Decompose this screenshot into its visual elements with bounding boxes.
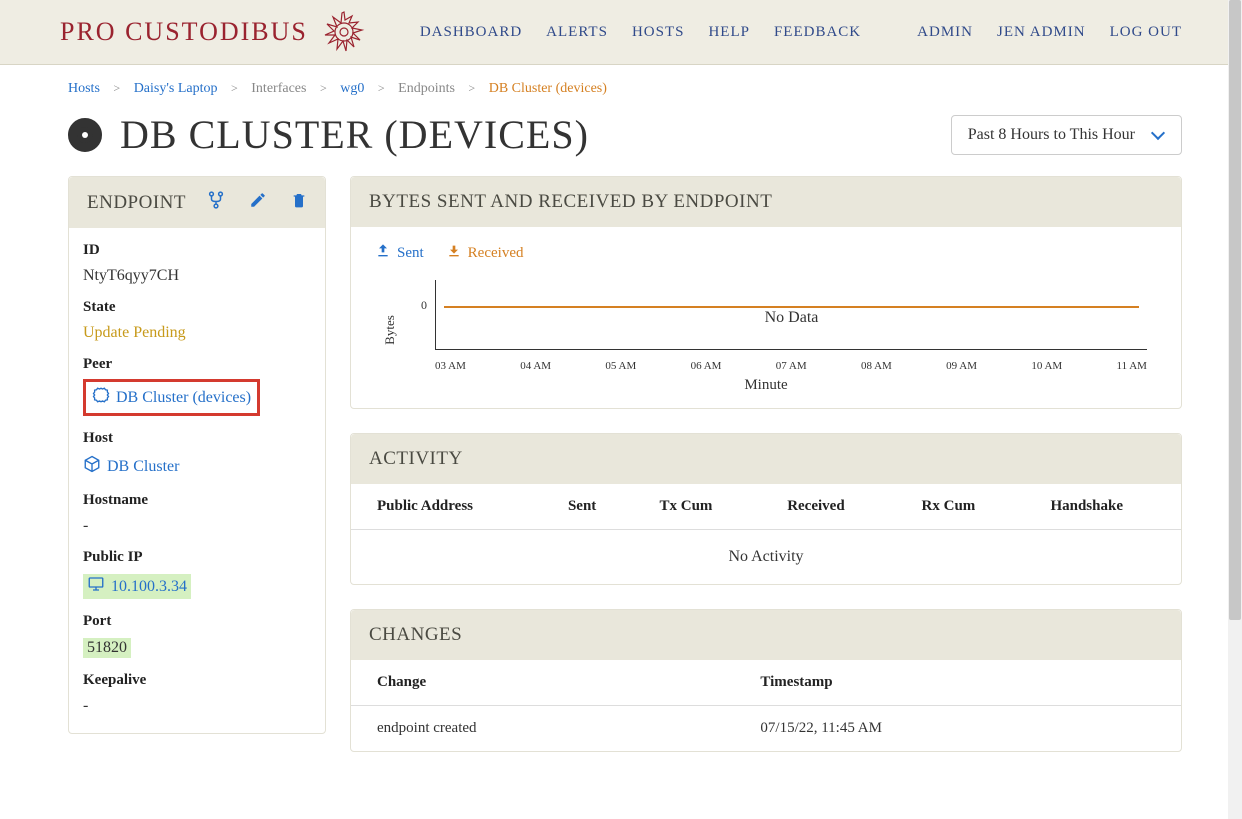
activity-header-row: Public AddressSentTx CumReceivedRx CumHa… bbox=[351, 484, 1181, 530]
endpoint-panel: ENDPOINT ID NtyT6qyy7CH State Update Pen… bbox=[68, 176, 326, 734]
branch-icon[interactable] bbox=[207, 191, 225, 214]
changes-panel: CHANGES ChangeTimestamp endpoint created… bbox=[350, 609, 1182, 752]
chart-line-received bbox=[444, 306, 1139, 308]
changes-row: endpoint created07/15/22, 11:45 AM bbox=[351, 706, 1181, 752]
activity-column-header: Handshake bbox=[1024, 484, 1181, 530]
changes-column-header: Timestamp bbox=[734, 660, 1181, 706]
activity-column-header: Rx Cum bbox=[896, 484, 1025, 530]
legend-received[interactable]: Received bbox=[446, 243, 524, 264]
id-label: ID bbox=[83, 242, 311, 259]
chart-x-ticks: 03 AM 04 AM 05 AM 06 AM 07 AM 08 AM 09 AM 10 AM… bbox=[435, 360, 1147, 372]
hostname-value: - bbox=[83, 517, 311, 535]
chart-x-tick: 06 AM bbox=[691, 360, 722, 372]
chart-panel-title: BYTES SENT AND RECEIVED BY ENDPOINT bbox=[369, 191, 772, 213]
state-value: Update Pending bbox=[83, 324, 311, 342]
crumb-host[interactable]: Daisy's Laptop bbox=[134, 81, 218, 96]
id-value: NtyT6qyy7CH bbox=[83, 267, 311, 285]
nav-dashboard[interactable]: DASHBOARD bbox=[420, 24, 522, 41]
chart-x-tick: 09 AM bbox=[946, 360, 977, 372]
brand-logo-icon bbox=[322, 10, 366, 54]
time-range-select[interactable]: Past 8 Hours to This Hour bbox=[951, 115, 1182, 155]
activity-empty-row: No Activity bbox=[351, 530, 1181, 585]
activity-column-header: Tx Cum bbox=[634, 484, 762, 530]
chart-plot: No Data bbox=[435, 280, 1147, 350]
state-label: State bbox=[83, 299, 311, 316]
port-value: 51820 bbox=[83, 638, 131, 658]
chart-x-tick: 07 AM bbox=[776, 360, 807, 372]
breadcrumb: Hosts > Daisy's Laptop > Interfaces > wg… bbox=[0, 65, 1242, 105]
legend-sent[interactable]: Sent bbox=[375, 243, 424, 264]
endpoint-icon bbox=[68, 118, 102, 152]
chart-panel: BYTES SENT AND RECEIVED BY ENDPOINT Sent bbox=[350, 176, 1182, 409]
changes-cell-change: endpoint created bbox=[351, 706, 734, 752]
monitor-icon bbox=[87, 575, 105, 598]
hostname-label: Hostname bbox=[83, 492, 311, 509]
chart-no-data: No Data bbox=[765, 309, 819, 327]
main-nav: DASHBOARD ALERTS HOSTS HELP FEEDBACK ADM… bbox=[420, 24, 1182, 41]
chart-x-tick: 11 AM bbox=[1117, 360, 1147, 372]
title-row: DB CLUSTER (DEVICES) Past 8 Hours to Thi… bbox=[0, 105, 1242, 176]
nav-alerts[interactable]: ALERTS bbox=[546, 24, 608, 41]
brand-text: PRO CUSTODIBUS bbox=[60, 17, 308, 47]
chart-x-tick: 05 AM bbox=[605, 360, 636, 372]
chart-x-tick: 10 AM bbox=[1031, 360, 1062, 372]
brand[interactable]: PRO CUSTODIBUS bbox=[60, 10, 366, 54]
activity-panel: ACTIVITY Public AddressSentTx CumReceive… bbox=[350, 433, 1182, 585]
crumb-current: DB Cluster (devices) bbox=[489, 81, 607, 96]
nav-feedback[interactable]: FEEDBACK bbox=[774, 24, 861, 41]
nav-help[interactable]: HELP bbox=[708, 24, 750, 41]
host-value: DB Cluster bbox=[107, 458, 179, 476]
public-ip-value: 10.100.3.34 bbox=[111, 578, 187, 596]
activity-column-header: Sent bbox=[542, 484, 634, 530]
time-range-label: Past 8 Hours to This Hour bbox=[968, 126, 1135, 144]
nav-jen-admin[interactable]: JEN ADMIN bbox=[997, 24, 1086, 41]
nav-hosts[interactable]: HOSTS bbox=[632, 24, 685, 41]
upload-icon bbox=[375, 243, 391, 264]
changes-header-row: ChangeTimestamp bbox=[351, 660, 1181, 706]
download-icon bbox=[446, 243, 462, 264]
gear-outline-icon bbox=[92, 386, 110, 409]
activity-column-header: Public Address bbox=[351, 484, 542, 530]
public-ip-label: Public IP bbox=[83, 549, 311, 566]
activity-empty-text: No Activity bbox=[351, 530, 1181, 585]
public-ip-link[interactable]: 10.100.3.34 bbox=[83, 574, 191, 599]
port-label: Port bbox=[83, 613, 311, 630]
chart-x-tick: 03 AM bbox=[435, 360, 466, 372]
peer-label: Peer bbox=[83, 356, 311, 373]
delete-icon[interactable] bbox=[291, 191, 307, 214]
chart-x-label: Minute bbox=[744, 377, 787, 394]
activity-panel-title: ACTIVITY bbox=[369, 448, 463, 470]
crumb-endpoints: Endpoints bbox=[398, 81, 455, 96]
host-link[interactable]: DB Cluster bbox=[83, 455, 179, 478]
keepalive-value: - bbox=[83, 697, 311, 715]
peer-link[interactable]: DB Cluster (devices) bbox=[83, 379, 260, 416]
chart-y-tick-0: 0 bbox=[421, 298, 427, 313]
chart-x-tick: 08 AM bbox=[861, 360, 892, 372]
changes-column-header: Change bbox=[351, 660, 734, 706]
scrollbar[interactable] bbox=[1228, 0, 1242, 819]
activity-column-header: Received bbox=[761, 484, 895, 530]
chart-y-label: Bytes bbox=[382, 315, 398, 345]
edit-icon[interactable] bbox=[249, 191, 267, 214]
crumb-hosts[interactable]: Hosts bbox=[68, 81, 100, 96]
scrollbar-thumb[interactable] bbox=[1229, 0, 1241, 620]
crumb-iface[interactable]: wg0 bbox=[340, 81, 364, 96]
host-label: Host bbox=[83, 430, 311, 447]
changes-panel-title: CHANGES bbox=[369, 624, 462, 646]
chart-area: Bytes 0 No Data 03 AM 04 AM 05 AM 06 AM 07 A… bbox=[375, 270, 1157, 390]
nav-admin[interactable]: ADMIN bbox=[917, 24, 973, 41]
keepalive-label: Keepalive bbox=[83, 672, 311, 689]
changes-cell-timestamp: 07/15/22, 11:45 AM bbox=[734, 706, 1181, 752]
endpoint-panel-title: ENDPOINT bbox=[87, 192, 186, 214]
top-header: PRO CUSTODIBUS DASHBOARD ALERTS HOSTS HE… bbox=[0, 0, 1242, 65]
page-title: DB CLUSTER (DEVICES) bbox=[120, 111, 589, 158]
chart-x-tick: 04 AM bbox=[520, 360, 551, 372]
cube-icon bbox=[83, 455, 101, 478]
peer-value: DB Cluster (devices) bbox=[116, 389, 251, 407]
chevron-down-icon bbox=[1151, 128, 1165, 142]
nav-logout[interactable]: LOG OUT bbox=[1110, 24, 1182, 41]
crumb-interfaces: Interfaces bbox=[251, 81, 306, 96]
